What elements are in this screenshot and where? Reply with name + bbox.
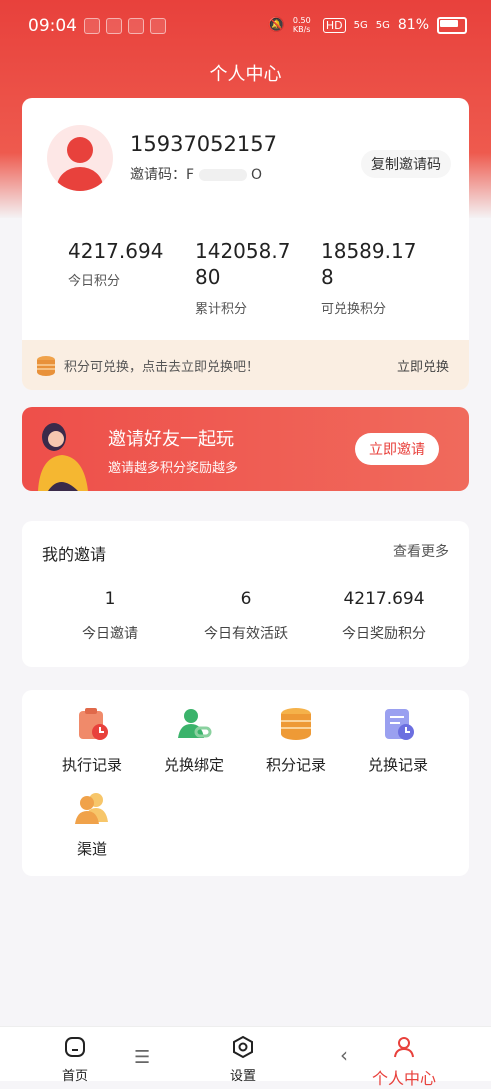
menu-item-label: 积分记录 bbox=[265, 756, 326, 774]
redeem-hint: 积分可兑换，点击去立即兑换吧！ bbox=[64, 360, 260, 375]
invite-stat-label: 今日奖励积分 bbox=[342, 626, 426, 642]
invite-banner[interactable]: 邀请好友一起玩 邀请越多积分奖励越多 立即邀请 bbox=[22, 407, 469, 491]
user-link-icon bbox=[178, 709, 212, 738]
redacted-code-blur bbox=[198, 169, 247, 181]
menu-item-redeem-binding[interactable]: 兑换绑定 bbox=[144, 706, 244, 775]
invite-stat-value: 4217.694 bbox=[343, 589, 425, 609]
menu-grid: 执行记录 兑换绑定 积分记录 兑换记录 渠道 bbox=[22, 690, 469, 876]
stat-value: 4217.694 bbox=[68, 239, 164, 263]
avatar[interactable] bbox=[47, 125, 113, 191]
my-invite-card: 我的邀请 查看更多 1 今日邀请 6 今日有效活跃 4217.694 今日奖励积… bbox=[22, 521, 469, 667]
tab-label: 个人中心 bbox=[372, 1069, 437, 1088]
invite-banner-subtitle: 邀请越多积分奖励越多 bbox=[108, 461, 239, 476]
invite-stat: 1 今日邀请 bbox=[40, 589, 180, 643]
signal-icon: 5G bbox=[353, 19, 368, 31]
menu-item-points-records[interactable]: 积分记录 bbox=[246, 706, 346, 775]
tab-label: 首页 bbox=[62, 1069, 89, 1084]
menu-item-label: 渠道 bbox=[76, 840, 107, 858]
app-notification-icon bbox=[84, 18, 100, 34]
nav-menu-icon[interactable]: ☰ bbox=[134, 1047, 150, 1068]
hexagon-settings-icon bbox=[233, 1035, 253, 1059]
battery-percent: 81% bbox=[397, 17, 429, 33]
status-right: 🔕 0.50 KB/s HD 5G 5G 81% bbox=[267, 16, 467, 34]
tab-settings[interactable]: 设置 bbox=[230, 1035, 256, 1084]
invite-banner-title: 邀请好友一起玩 bbox=[108, 429, 234, 450]
invite-code: 邀请码：F O bbox=[130, 164, 262, 184]
menu-item-label: 兑换绑定 bbox=[163, 756, 224, 774]
invite-stat: 4217.694 今日奖励积分 bbox=[314, 589, 454, 643]
menu-item-label: 兑换记录 bbox=[367, 756, 428, 774]
signal-icon: 5G bbox=[375, 19, 390, 31]
invite-code-label: 邀请码：F bbox=[130, 167, 195, 183]
stat-label: 可兑换积分 bbox=[321, 302, 387, 317]
battery-icon bbox=[437, 16, 467, 34]
tab-profile[interactable]: 个人中心 bbox=[372, 1035, 436, 1089]
status-time: 09:04 bbox=[28, 16, 77, 36]
my-invite-title: 我的邀请 bbox=[42, 545, 107, 564]
tab-home[interactable]: 首页 bbox=[62, 1035, 88, 1084]
network-speed: 0.50 KB/s bbox=[292, 16, 311, 34]
zhihu-notification-icon bbox=[128, 18, 144, 34]
hd-icon: HD bbox=[322, 17, 346, 33]
stat-redeemable-points: 18589.178 可兑换积分 bbox=[321, 238, 421, 317]
person-icon bbox=[394, 1037, 414, 1058]
clipboard-clock-icon bbox=[79, 708, 108, 740]
stat-label: 累计积分 bbox=[195, 302, 248, 317]
bottom-tab-bar: 首页 ☰ 设置 ‹ 个人中心 bbox=[0, 1026, 491, 1088]
app-notification-icon bbox=[150, 18, 166, 34]
stat-label: 今日积分 bbox=[68, 274, 121, 289]
view-more-link[interactable]: 查看更多 bbox=[393, 541, 449, 561]
user-phone: 15937052157 bbox=[130, 132, 277, 156]
avatar-head-icon bbox=[67, 137, 93, 163]
invite-stat-label: 今日邀请 bbox=[82, 626, 138, 642]
redeem-bar[interactable]: 积分可兑换，点击去立即兑换吧！ 立即兑换 bbox=[22, 340, 469, 390]
stat-value: 18589.178 bbox=[321, 239, 417, 289]
mute-bell-icon: 🔕 bbox=[267, 17, 285, 33]
menu-item-redeem-records[interactable]: 兑换记录 bbox=[348, 706, 448, 775]
girl-illustration-icon bbox=[38, 423, 88, 491]
invite-code-suffix: O bbox=[250, 167, 262, 183]
home-icon bbox=[65, 1037, 85, 1057]
profile-card: 15937052157 邀请码：F O 复制邀请码 4217.694 今日积分 … bbox=[22, 98, 469, 390]
redeem-now-link[interactable]: 立即兑换 bbox=[397, 356, 449, 375]
invite-now-button[interactable]: 立即邀请 bbox=[355, 433, 439, 465]
stat-total-points: 142058.780 累计积分 bbox=[195, 238, 295, 317]
avatar-body-icon bbox=[57, 167, 103, 191]
stat-value: 142058.780 bbox=[195, 239, 291, 289]
back-chevron-icon[interactable]: ‹ bbox=[340, 1043, 348, 1067]
invite-stat-value: 1 bbox=[104, 589, 116, 609]
menu-item-execution-records[interactable]: 执行记录 bbox=[42, 706, 142, 775]
menu-item-label: 执行记录 bbox=[61, 756, 122, 774]
invite-stat-label: 今日有效活跃 bbox=[204, 626, 288, 642]
page-title: 个人中心 bbox=[209, 64, 282, 85]
copy-invite-code-button[interactable]: 复制邀请码 bbox=[361, 150, 451, 178]
weibo-notification-icon bbox=[106, 18, 122, 34]
menu-item-channels[interactable]: 渠道 bbox=[42, 790, 142, 859]
status-bar: 09:04 🔕 0.50 KB/s HD 5G 5G 81% bbox=[0, 0, 491, 52]
document-clock-icon bbox=[385, 709, 414, 740]
users-icon bbox=[75, 793, 108, 824]
coins-icon bbox=[37, 356, 55, 376]
coins-stack-icon bbox=[281, 708, 311, 740]
invite-stat: 6 今日有效活跃 bbox=[176, 589, 316, 643]
invite-stat-value: 6 bbox=[240, 589, 252, 609]
stat-today-points: 4217.694 今日积分 bbox=[68, 238, 163, 289]
tab-label: 设置 bbox=[230, 1069, 257, 1084]
notification-icons bbox=[84, 18, 166, 34]
